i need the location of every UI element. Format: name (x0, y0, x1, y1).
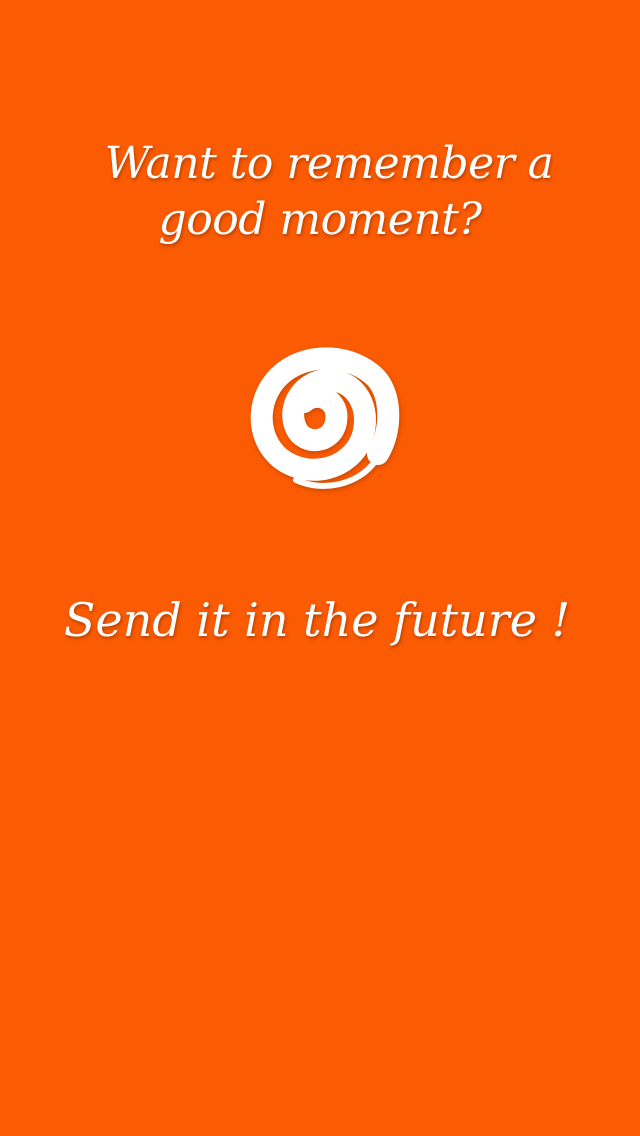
onboarding-headline: Want to remember a good moment? (0, 136, 640, 248)
spiral-icon (240, 340, 400, 500)
onboarding-screen: Want to remember a good moment? Send it … (0, 0, 640, 1136)
headline-line-2: good moment? (158, 194, 482, 245)
headline-line-1: Want to remember a (104, 138, 554, 189)
onboarding-tagline: Send it in the future ! (63, 593, 571, 647)
